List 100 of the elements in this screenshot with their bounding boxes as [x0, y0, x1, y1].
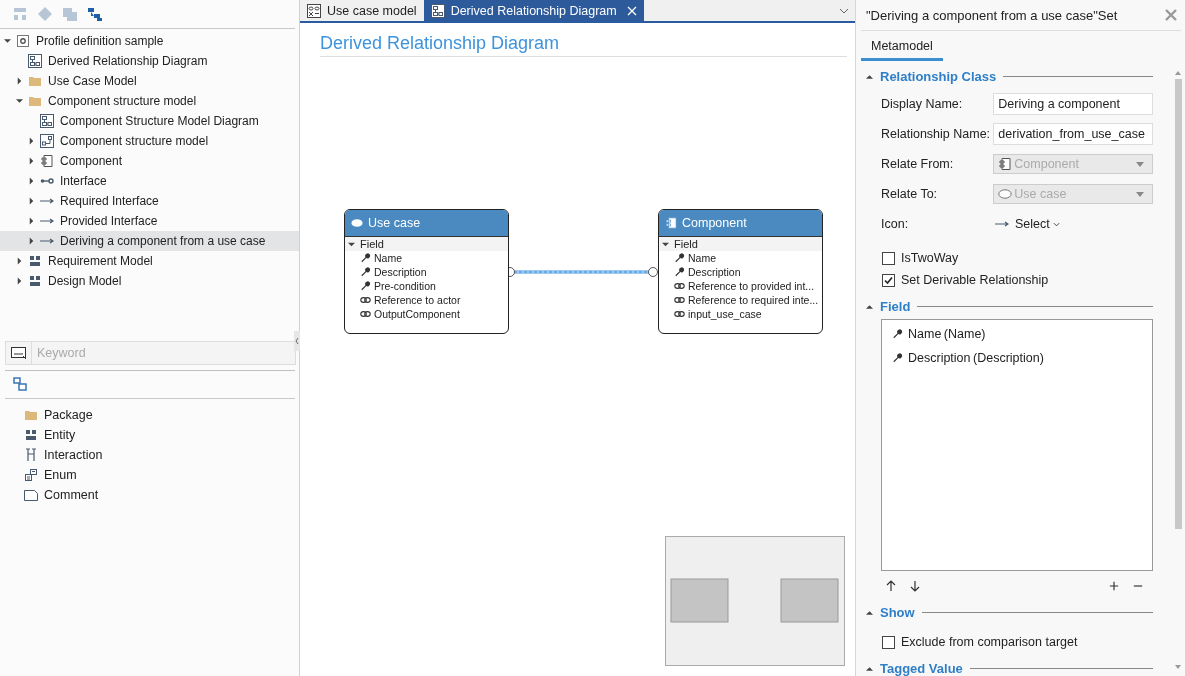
checkbox[interactable] — [882, 273, 895, 287]
tree-item[interactable]: Use Case Model — [0, 71, 299, 91]
expand-icon[interactable] — [16, 257, 23, 265]
field-item: Reference to required inte... — [688, 294, 819, 306]
expand-icon[interactable] — [16, 277, 23, 285]
collapse-icon[interactable] — [662, 240, 669, 248]
tree-icon[interactable] — [87, 6, 103, 22]
field-item: Description — [374, 266, 427, 278]
link-icon — [360, 309, 371, 319]
comment-icon — [24, 488, 38, 502]
collapse-icon[interactable] — [4, 37, 11, 45]
editor-tab[interactable]: Derived Relationship Diagram — [423, 0, 644, 21]
section-title: Show — [880, 604, 915, 620]
tree-item[interactable]: Interface — [0, 171, 299, 191]
tree-item[interactable]: Component — [0, 151, 299, 171]
text-field[interactable]: Deriving a component — [993, 93, 1153, 115]
checkbox-label: Set Derivable Relationship — [901, 273, 1049, 287]
list-item[interactable]: Name (Name) — [908, 327, 986, 341]
diagram-title: Derived Relationship Diagram — [320, 33, 847, 57]
tree-item[interactable]: Requirement Model — [0, 251, 299, 271]
panel-tab[interactable]: Metamodel — [861, 36, 943, 61]
collapse-icon[interactable] — [866, 303, 873, 309]
field-label: Relate To: — [881, 187, 939, 201]
field-label: Display Name: — [881, 97, 964, 111]
entity-icon — [28, 254, 42, 268]
chevron-down-icon — [1052, 221, 1060, 227]
panel-title: "Deriving a component from a use case"Set — [866, 7, 1118, 23]
class-node[interactable]: Component Field Name Description Reference to provided int... Reference to required inte... input_use_case — [658, 209, 823, 334]
node-title: Component — [682, 216, 747, 230]
wrench-icon — [360, 281, 371, 291]
wrench-icon — [360, 267, 371, 277]
expand-icon[interactable] — [28, 157, 35, 165]
field-item: OutputComponent — [374, 308, 460, 320]
tree-item[interactable]: Design Model — [0, 271, 299, 291]
field-item: Name — [374, 252, 402, 264]
interaction-icon — [24, 448, 38, 462]
search-field[interactable]: Keyword — [32, 341, 296, 365]
link-icon — [674, 309, 685, 319]
expand-icon[interactable] — [16, 77, 23, 85]
palette-item[interactable]: Package — [24, 405, 299, 425]
tree-item[interactable]: Component structure model — [0, 91, 299, 111]
tree-item[interactable]: Deriving a component from a use case — [0, 231, 299, 251]
expand-icon[interactable] — [28, 197, 35, 205]
editor-tab[interactable]: Use case model — [300, 0, 424, 21]
field-group[interactable]: Field — [659, 237, 822, 251]
expand-icon[interactable] — [28, 137, 35, 145]
palette-item[interactable]: Entity — [24, 425, 299, 445]
expand-icon[interactable] — [28, 217, 35, 225]
palette-item[interactable]: Interaction — [24, 445, 299, 465]
expand-icon[interactable] — [28, 177, 35, 185]
section-title: Field — [880, 298, 911, 314]
collapse-icon[interactable] — [866, 609, 873, 615]
collapse-icon[interactable] — [866, 73, 873, 79]
tree-item[interactable]: Component structure model — [0, 131, 299, 151]
field-item: Description — [688, 266, 741, 278]
structure-icon — [40, 134, 54, 148]
tree-item[interactable]: Required Interface — [0, 191, 299, 211]
enum-icon — [24, 468, 38, 482]
hierarchy-icon[interactable] — [13, 377, 27, 391]
tree-item[interactable]: Derived Relationship Diagram — [0, 51, 299, 71]
field-item: Reference to actor — [374, 294, 461, 306]
wrench-icon — [674, 267, 685, 277]
palette-item[interactable]: Enum — [24, 465, 299, 485]
collapse-icon[interactable] — [16, 97, 23, 105]
wrench-icon — [360, 253, 371, 263]
add-icon[interactable] — [1109, 580, 1119, 592]
collapse-icon[interactable] — [866, 665, 873, 671]
field-item: input_use_case — [688, 308, 762, 320]
palette-item[interactable]: Comment — [24, 485, 299, 505]
ellipse-icon — [351, 217, 363, 229]
tree-item[interactable]: Provided Interface — [0, 211, 299, 231]
icon-dropdown[interactable]: Select — [1015, 217, 1060, 231]
link-icon — [674, 281, 685, 291]
checkbox[interactable] — [882, 251, 895, 265]
tree-item[interactable]: Profile definition sample — [0, 31, 299, 51]
diagram-icon — [430, 3, 445, 18]
checkbox-label: Exclude from comparison target — [901, 635, 1078, 649]
move-down-icon[interactable] — [910, 580, 920, 592]
expand-icon[interactable] — [28, 237, 35, 245]
diagram-icon — [28, 54, 42, 68]
tree-item[interactable]: Component Structure Model Diagram — [0, 111, 299, 131]
text-field[interactable]: derivation_from_use_case — [993, 123, 1153, 145]
field-item: Pre-condition — [374, 280, 436, 292]
chevron-down-icon[interactable] — [839, 8, 849, 14]
checkbox[interactable] — [882, 635, 895, 649]
collapse-icon[interactable] — [348, 240, 355, 248]
search-mode-button[interactable] — [5, 341, 32, 365]
move-up-icon[interactable] — [886, 580, 896, 592]
diagram-icon — [40, 114, 54, 128]
field-group[interactable]: Field — [345, 237, 508, 251]
component-icon — [665, 217, 677, 229]
field-label: Relate From: — [881, 157, 955, 171]
list-item[interactable]: Description (Description) — [908, 351, 1044, 365]
link-icon — [360, 295, 371, 305]
field-list[interactable]: Name (Name) Description (Description) — [881, 319, 1153, 571]
folder-icon — [24, 408, 38, 422]
checkbox-label: IsTwoWay — [901, 251, 959, 265]
collapse-handle[interactable] — [294, 331, 300, 351]
class-node[interactable]: Use case Field Name Description Pre-condition Reference to actor OutputComponent — [344, 209, 509, 334]
field-item: Name — [688, 252, 716, 264]
